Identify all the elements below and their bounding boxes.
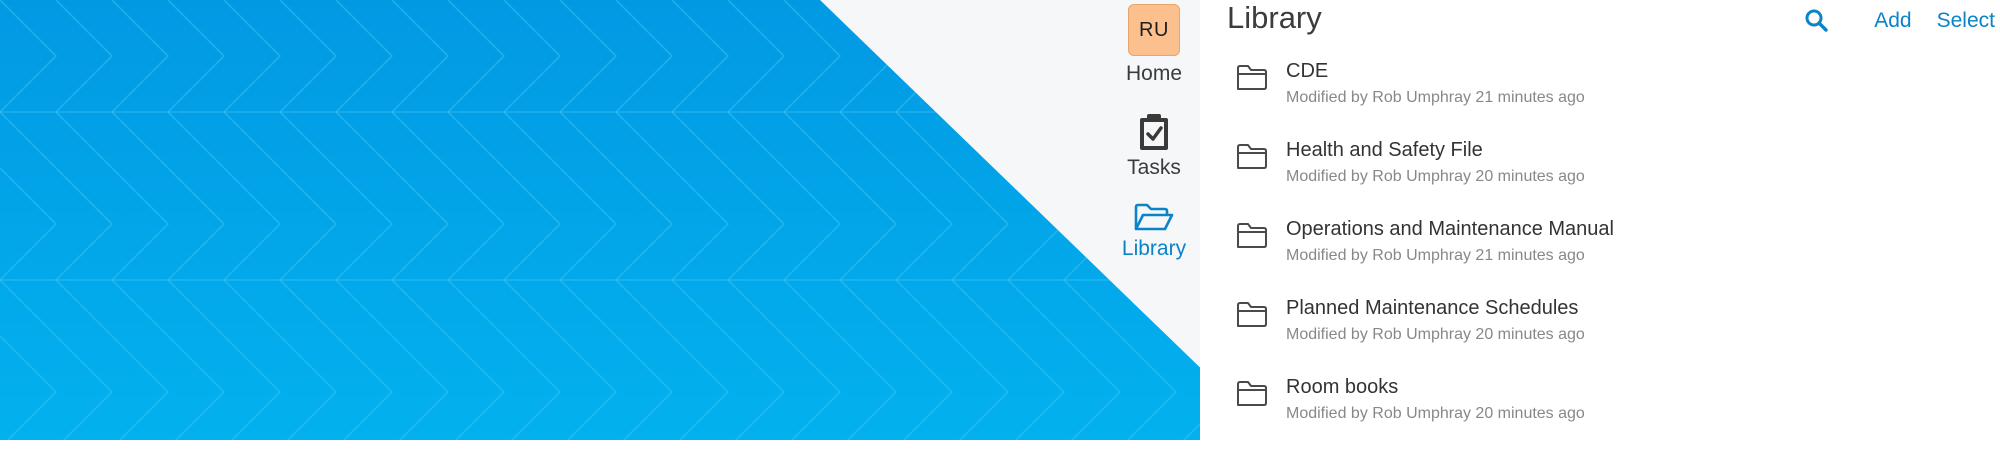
folder-name: CDE xyxy=(1286,60,1329,82)
folder-modified-info: Modified by Rob Umphray 21 minutes ago xyxy=(1286,247,1585,264)
nav-item-library[interactable]: Library xyxy=(1108,203,1200,261)
clipboard-check-icon xyxy=(1140,114,1168,150)
folder-modified-info: Modified by Rob Umphray 21 minutes ago xyxy=(1286,89,1585,106)
select-button[interactable]: Select xyxy=(1937,9,1995,33)
list-item[interactable]: CDE Modified by Rob Umphray 21 minutes a… xyxy=(1236,58,1976,137)
folder-icon xyxy=(1237,65,1267,90)
folder-icon xyxy=(1237,381,1267,406)
nav-label-library: Library xyxy=(1121,237,1187,260)
toolbar: Add Select xyxy=(1803,6,2000,36)
folder-name: Health and Safety File xyxy=(1286,139,1483,161)
folder-name: Planned Maintenance Schedules xyxy=(1286,297,1579,319)
list-item[interactable]: Health and Safety File Modified by Rob U… xyxy=(1236,137,1976,216)
list-item[interactable]: Operations and Maintenance Manual Modifi… xyxy=(1236,216,1976,295)
folder-name: Room books xyxy=(1286,376,1399,398)
list-item[interactable]: Planned Maintenance Schedules Modified b… xyxy=(1236,295,1976,374)
nav-item-home[interactable]: RU Home xyxy=(1108,4,1200,86)
folder-open-icon xyxy=(1134,203,1174,231)
folder-modified-info: Modified by Rob Umphray 20 minutes ago xyxy=(1286,168,1585,185)
search-icon xyxy=(1805,9,1828,32)
search-button[interactable] xyxy=(1803,8,1829,34)
folder-list: CDE Modified by Rob Umphray 21 minutes a… xyxy=(1236,58,1976,453)
user-avatar[interactable]: RU xyxy=(1128,4,1180,56)
folder-modified-info: Modified by Rob Umphray 20 minutes ago xyxy=(1286,405,1585,422)
nav-label-tasks: Tasks xyxy=(1127,156,1181,179)
folder-icon xyxy=(1237,144,1267,169)
page-title: Library xyxy=(1227,0,1322,35)
add-button[interactable]: Add xyxy=(1874,9,1911,33)
avatar-initials: RU xyxy=(1139,18,1169,41)
folder-modified-info: Modified by Rob Umphray 20 minutes ago xyxy=(1286,326,1585,343)
list-item[interactable]: Room books Modified by Rob Umphray 20 mi… xyxy=(1236,374,1976,453)
side-navigation: RU Home Tasks Library xyxy=(1108,0,1200,290)
folder-icon xyxy=(1237,223,1267,248)
nav-item-tasks[interactable]: Tasks xyxy=(1108,112,1200,180)
folder-name: Operations and Maintenance Manual xyxy=(1286,218,1614,240)
library-panel: Library Add Select CDE Modified by Rob U… xyxy=(1200,0,2000,440)
folder-icon xyxy=(1237,302,1267,327)
nav-label-home: Home xyxy=(1125,62,1183,85)
